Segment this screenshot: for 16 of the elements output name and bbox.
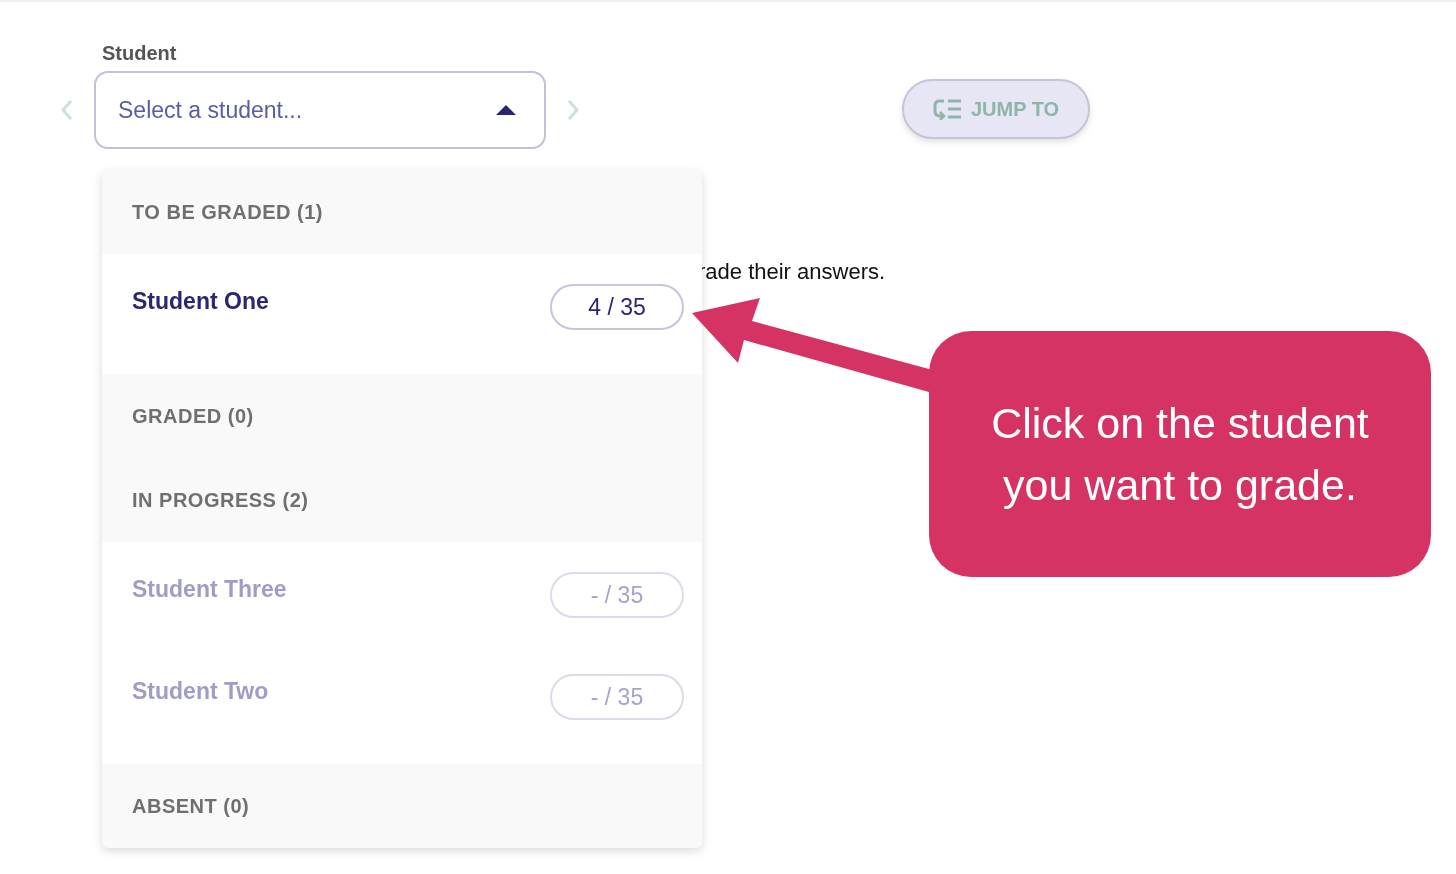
jump-to-button[interactable]: JUMP TO	[902, 79, 1090, 139]
group-heading: ABSENT (0)	[131, 793, 251, 819]
group-heading: TO BE GRADED (1)	[131, 199, 324, 225]
field-label: Student	[102, 42, 178, 65]
student-item[interactable]: Student Two - / 35	[102, 644, 702, 746]
chevron-left-icon[interactable]	[60, 99, 74, 121]
score-badge: 4 / 35	[550, 284, 684, 330]
callout-text: Click on the student you want to grade.	[929, 331, 1431, 577]
student-select[interactable]: Select a student...	[94, 71, 546, 149]
list-jump-icon	[932, 98, 963, 120]
score-badge: - / 35	[550, 674, 684, 720]
student-item[interactable]: Student Three - / 35	[102, 542, 702, 644]
score-badge: - / 35	[550, 572, 684, 618]
chevron-right-icon[interactable]	[566, 99, 580, 121]
group-heading: IN PROGRESS (2)	[131, 487, 310, 513]
group-heading: GRADED (0)	[131, 403, 255, 429]
